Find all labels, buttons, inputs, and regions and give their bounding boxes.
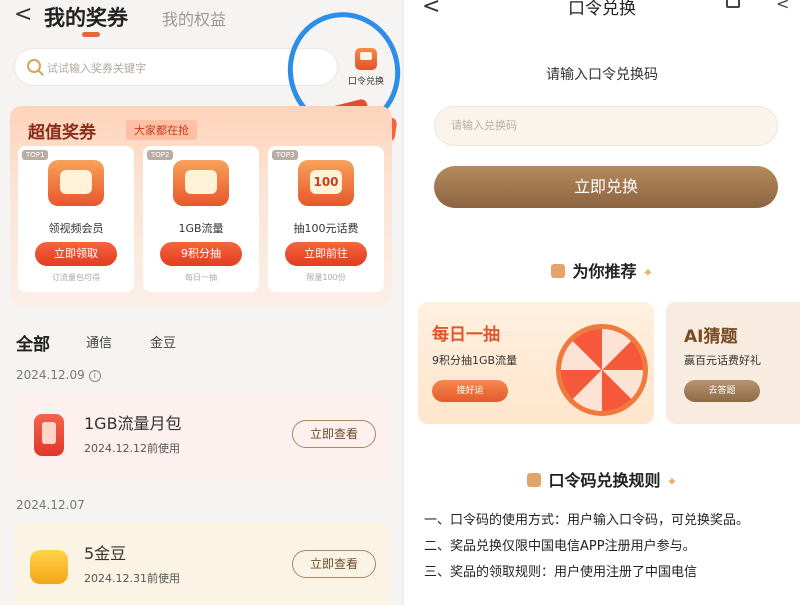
card-note: 每日一抽 — [185, 273, 217, 282]
rule-item: 一、口令码的使用方式：用户输入口令码，可兑换奖品。 — [424, 513, 750, 528]
claim-button[interactable]: 立即领取 — [35, 242, 117, 266]
gift-amount: 100 — [310, 170, 342, 194]
recommend-heading: 为你推荐 ✦ — [404, 258, 800, 282]
group-date: 2024.12.09 i — [16, 368, 101, 382]
redeem-code-input[interactable]: 请输入兑换码 — [434, 106, 778, 146]
kouling-redeem-panel: < 口令兑换 < 请输入口令兑换码 请输入兑换码 立即兑换 为你推荐 ✦ 每日一抽… — [402, 0, 800, 605]
voucher-expiry: 2024.12.12前使用 — [84, 442, 180, 455]
category-tab-telecom[interactable]: 通信 — [86, 332, 112, 351]
section-tag: 大家都在抢 — [126, 120, 197, 140]
section-title: 超值奖券 — [28, 123, 96, 143]
page-title: 口令兑换 — [568, 0, 636, 19]
card-note: 订流量包可得 — [52, 273, 100, 282]
tab-my-benefits[interactable]: 我的权益 — [162, 6, 226, 30]
search-placeholder: 试试输入奖券关键字 — [47, 62, 146, 75]
search-icon — [27, 59, 41, 73]
voucher-title: 1GB流量月包 — [84, 414, 182, 433]
view-button[interactable]: 立即查看 — [292, 550, 376, 578]
card-note: 限量100份 — [306, 273, 346, 282]
category-tab-golden-beans[interactable]: 金豆 — [150, 332, 176, 351]
redeem-prompt: 请输入口令兑换码 — [546, 67, 658, 83]
rank-badge: TOP1 — [22, 150, 49, 160]
gold-coin-icon — [30, 544, 68, 586]
category-tab-all[interactable]: 全部 — [16, 330, 50, 355]
card-name: 领视频会员 — [48, 222, 104, 235]
group-date: 2024.12.07 — [16, 498, 85, 512]
view-button[interactable]: 立即查看 — [292, 420, 376, 448]
voucher-card[interactable]: TOP1 领视频会员 立即领取 订流量包可得 — [18, 146, 134, 292]
rules-text: 一、口令码的使用方式：用户输入口令码，可兑换奖品。 二、奖品兑换仅限中国电信AP… — [424, 508, 794, 586]
card-name: 抽100元话费 — [293, 222, 359, 235]
promo-button[interactable]: 接好运 — [432, 380, 508, 402]
ai-quiz-card[interactable]: AI猜题 赢百元话费好礼 去答题 — [666, 302, 800, 424]
rank-badge: TOP2 — [147, 150, 174, 160]
prize-wheel-icon — [556, 324, 648, 416]
rules-heading: 口令码兑换规则 ✦ — [404, 467, 800, 491]
document-icon[interactable] — [726, 0, 740, 8]
promo-title: AI猜题 — [684, 327, 738, 347]
thumbs-up-icon — [526, 473, 541, 487]
phone-icon — [30, 414, 66, 456]
daily-draw-card[interactable]: 每日一抽 9积分抽1GB流量 接好运 — [418, 302, 654, 424]
card-name: 1GB流量 — [178, 222, 224, 235]
tab-indicator — [82, 32, 100, 37]
gift-box-icon: 100 — [298, 160, 354, 206]
draw-button[interactable]: 9积分抽 — [160, 242, 242, 266]
rule-item: 二、奖品兑换仅限中国电信APP注册用户参与。 — [424, 539, 696, 554]
voucher-card[interactable]: TOP2 1GB流量 9积分抽 每日一抽 — [143, 146, 259, 292]
share-icon[interactable]: < — [776, 0, 789, 13]
gift-box-icon — [48, 160, 104, 206]
voucher-expiry: 2024.12.31前使用 — [84, 572, 180, 585]
voucher-item[interactable]: 5金豆 2024.12.31前使用 立即查看 — [14, 522, 390, 605]
thumbs-up-icon — [550, 264, 565, 278]
promo-subtitle: 9积分抽1GB流量 — [432, 354, 518, 367]
recommend-title: 为你推荐 — [572, 262, 637, 281]
tab-my-vouchers[interactable]: 我的奖券 — [44, 2, 128, 32]
back-arrow-icon[interactable]: < — [14, 2, 32, 27]
promo-button[interactable]: 去答题 — [684, 380, 760, 402]
sparkle-icon: ✦ — [642, 266, 654, 281]
rules-title: 口令码兑换规则 — [548, 471, 661, 490]
info-icon[interactable]: i — [88, 369, 101, 382]
redeem-now-button[interactable]: 立即兑换 — [434, 166, 778, 208]
go-button[interactable]: 立即前往 — [285, 242, 367, 266]
date-text: 2024.12.09 — [16, 368, 85, 382]
promo-title: 每日一抽 — [432, 325, 500, 345]
gift-box-icon — [173, 160, 229, 206]
voucher-card[interactable]: TOP3 100 抽100元话费 立即前往 限量100份 — [268, 146, 384, 292]
voucher-item[interactable]: 1GB流量月包 2024.12.12前使用 立即查看 — [14, 392, 390, 480]
promo-subtitle: 赢百元话费好礼 — [684, 354, 761, 367]
my-vouchers-panel: < 我的奖券 我的权益 试试输入奖券关键字 口令兑换 超值奖券 大家都在抢 TO… — [0, 0, 402, 605]
voucher-title: 5金豆 — [84, 544, 127, 563]
sparkle-icon: ✦ — [666, 475, 678, 490]
rule-item: 三、奖品的领取规则：用户使用注册了中国电信 — [424, 565, 698, 580]
super-vouchers-section: 超值奖券 大家都在抢 TOP1 领视频会员 立即领取 订流量包可得 TOP2 1… — [10, 106, 392, 306]
rank-badge: TOP3 — [272, 150, 299, 160]
